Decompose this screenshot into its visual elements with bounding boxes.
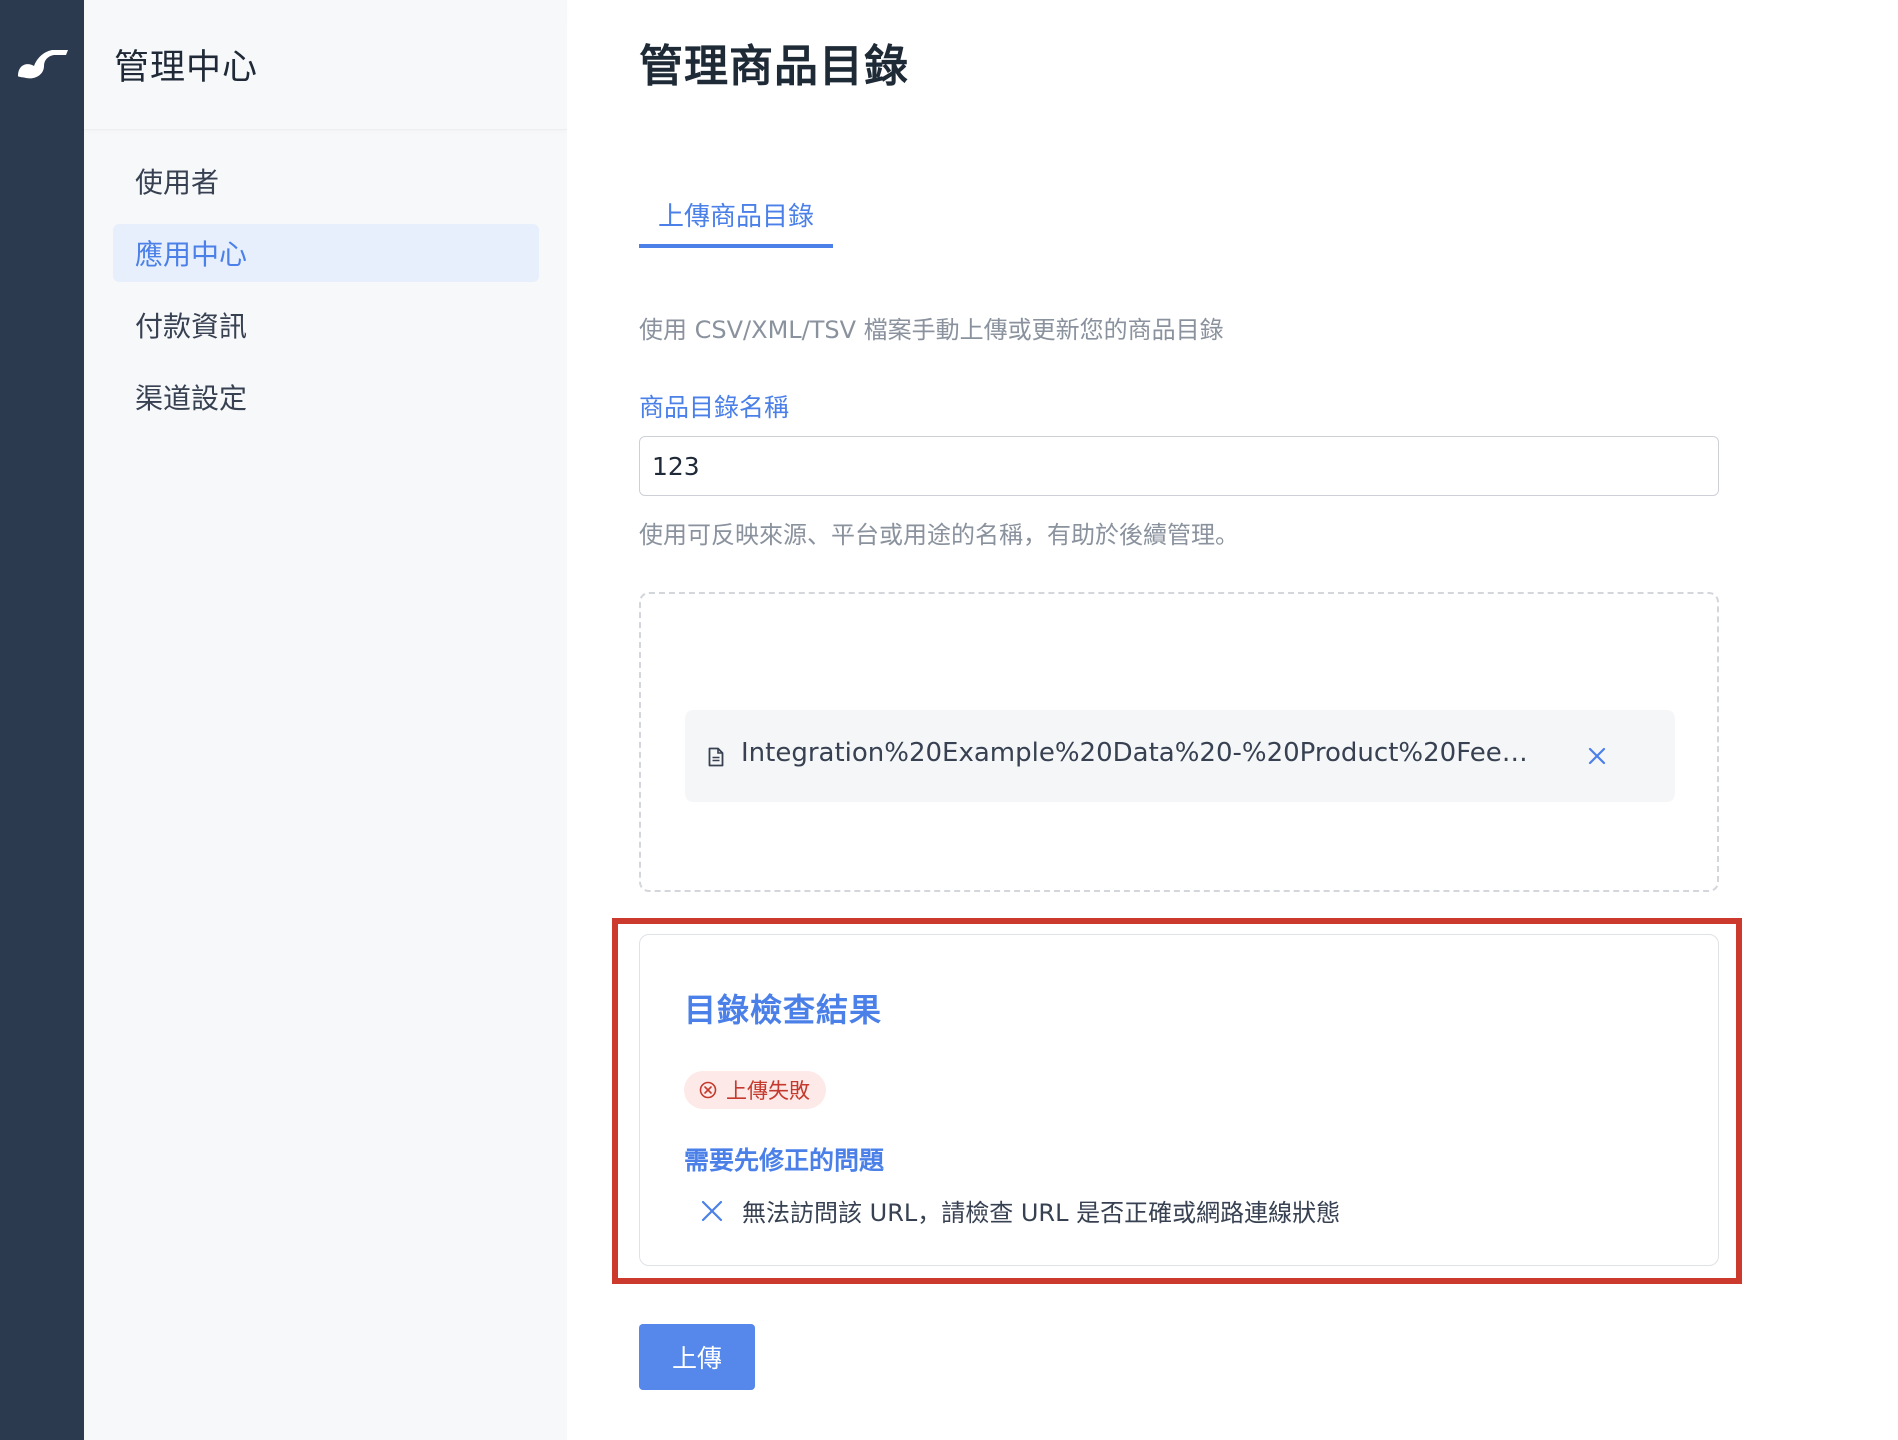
sidebar-item-label: 應用中心	[135, 238, 248, 271]
error-circle-icon	[699, 1081, 717, 1099]
sidebar-item-channel-settings[interactable]: 渠道設定	[113, 368, 539, 426]
sidebar: 管理中心 使用者 應用中心 付款資訊 渠道設定	[84, 0, 567, 1440]
upload-button[interactable]: 上傳	[639, 1324, 755, 1390]
sidebar-item-label: 渠道設定	[135, 382, 248, 415]
sidebar-item-label: 使用者	[135, 166, 220, 199]
sidebar-nav: 使用者 應用中心 付款資訊 渠道設定	[84, 130, 567, 426]
close-icon[interactable]	[1585, 744, 1609, 768]
file-dropzone[interactable]: Integration%20Example%20Data%20-%20Produ…	[639, 592, 1719, 892]
sidebar-item-users[interactable]: 使用者	[113, 152, 539, 210]
status-badge: 上傳失敗	[684, 1071, 826, 1109]
sidebar-header: 管理中心	[84, 0, 567, 130]
issues-title: 需要先修正的問題	[684, 1146, 885, 1175]
close-icon	[701, 1200, 723, 1221]
sidebar-item-payment-info[interactable]: 付款資訊	[113, 296, 539, 354]
app-rail	[0, 0, 84, 1440]
sidebar-item-app-center[interactable]: 應用中心	[113, 224, 539, 282]
page-title: 管理商品目錄	[639, 41, 909, 92]
catalog-name-hint: 使用可反映來源、平台或用途的名稱，有助於後續管理。	[639, 521, 1239, 549]
tab-label: 上傳商品目錄	[657, 202, 814, 232]
admin-center-title: 管理中心	[114, 48, 259, 88]
issue-item: 無法訪問該 URL，請檢查 URL 是否正確或網路連線狀態	[700, 1193, 1340, 1228]
page-description: 使用 CSV/XML/TSV 檔案手動上傳或更新您的商品目錄	[639, 316, 1224, 344]
catalog-name-label: 商品目錄名稱	[639, 393, 790, 422]
catalog-name-input[interactable]	[639, 436, 1719, 496]
status-badge-label: 上傳失敗	[726, 1079, 810, 1103]
tab-upload-catalog[interactable]: 上傳商品目錄	[639, 196, 833, 248]
document-icon	[708, 747, 724, 767]
uploaded-file-item: Integration%20Example%20Data%20-%20Produ…	[685, 710, 1675, 802]
uploaded-file-name: Integration%20Example%20Data%20-%20Produ…	[741, 738, 1531, 768]
brand-logo-icon[interactable]	[14, 42, 70, 82]
issue-text: 無法訪問該 URL，請檢查 URL 是否正確或網路連線狀態	[742, 1199, 1341, 1227]
main-content: 管理商品目錄 上傳商品目錄 使用 CSV/XML/TSV 檔案手動上傳或更新您的…	[567, 0, 1898, 1440]
check-result-title: 目錄檢查結果	[684, 991, 883, 1029]
catalog-check-result-card: 目錄檢查結果 上傳失敗 需要先修正的問題 無法訪問該 URL，請檢查 URL 是…	[639, 934, 1719, 1266]
sidebar-item-label: 付款資訊	[135, 310, 248, 343]
